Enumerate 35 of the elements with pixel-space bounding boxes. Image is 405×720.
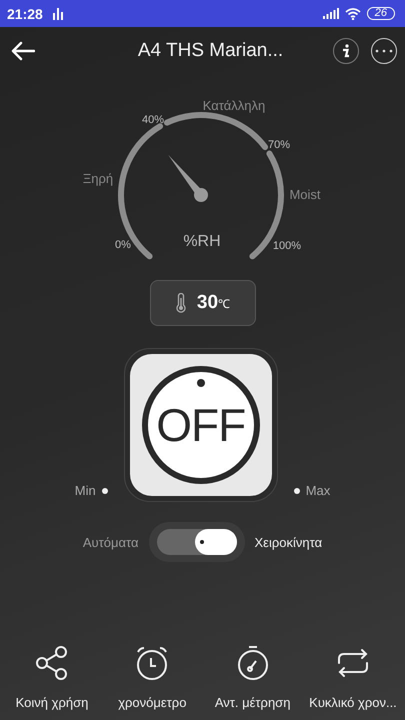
more-button[interactable]	[371, 38, 397, 64]
gauge-tick-label: 70%	[268, 139, 290, 151]
gauge-needle	[168, 154, 208, 202]
gauge-tick-label: 0%	[115, 239, 131, 251]
battery-indicator: 26	[366, 7, 395, 20]
bottom-action[interactable]: Κοινή χρήση	[2, 645, 102, 710]
wifi-icon	[344, 8, 361, 20]
gauge-tick-label: 100%	[272, 240, 302, 252]
max-label: Max	[306, 483, 330, 499]
device-title: A4 THS Marian...	[136, 40, 284, 62]
gauge-tick-label: 40%	[142, 114, 164, 126]
share-icon	[34, 645, 70, 681]
gauge-unit: %RH	[183, 233, 221, 250]
mode-option[interactable]: Αυτόματα	[82, 534, 139, 550]
power-button[interactable]: OFF	[130, 354, 272, 496]
gauge-zone-label: Moist	[289, 187, 321, 202]
back-arrow-icon	[11, 41, 35, 61]
info-button[interactable]	[333, 38, 359, 64]
thermometer-icon	[174, 293, 187, 313]
equalizer-icon	[52, 8, 63, 20]
bottom-action[interactable]: χρονόμετρο	[102, 645, 202, 710]
more-icon	[375, 49, 393, 53]
min-label: Min	[74, 483, 96, 499]
min-dot-icon	[102, 488, 108, 494]
temperature-value: 30℃	[196, 292, 230, 314]
mode-toggle[interactable]	[148, 522, 245, 562]
gauge-zone-label: Κατάλληλη	[202, 98, 266, 113]
mode-option[interactable]: Χειροκίνητα	[254, 534, 322, 550]
bottom-action[interactable]: Αντ. μέτρηση	[202, 645, 303, 710]
max-dot-icon	[294, 488, 300, 494]
gauge-zone-label: Ξηρή	[82, 171, 114, 186]
signal-icon	[322, 8, 339, 19]
status-time: 21:28	[7, 6, 43, 22]
bottom-action[interactable]: Κυκλικό χρον...	[302, 645, 403, 710]
info-icon	[341, 44, 351, 58]
